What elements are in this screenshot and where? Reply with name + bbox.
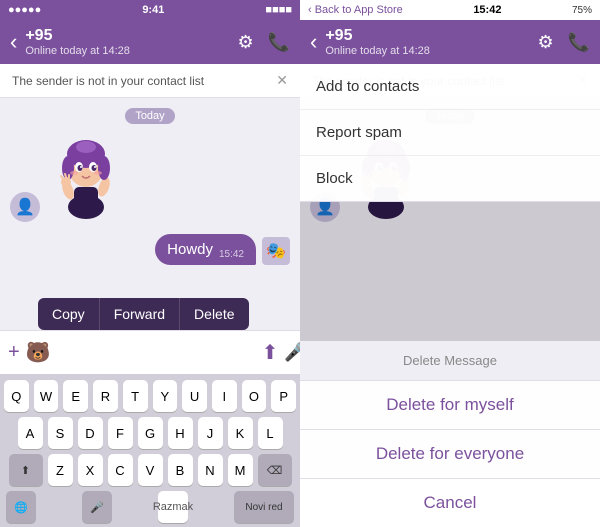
left-signal: ●●●●● [8,4,41,16]
key-u[interactable]: U [182,380,207,412]
left-status-bar: ●●●●● 9:41 ■■■■ [0,0,300,20]
key-t[interactable]: T [123,380,148,412]
left-mic-icon[interactable]: 🎤 [284,342,300,363]
right-contact-info: +95 Online today at 14:28 [325,27,529,57]
keyboard-bottom-row: 🌐 🎤 Razmak Novi red [4,491,296,523]
key-newline[interactable]: Novi red [234,491,294,523]
key-v[interactable]: V [138,454,163,486]
left-plus-icon[interactable]: + [8,341,20,364]
right-battery-info: 75% [572,5,592,16]
left-phone-icon[interactable]: 📞 [268,32,290,53]
key-mic[interactable]: 🎤 [82,491,112,523]
left-sticker-row: 👤 [10,132,290,222]
key-backspace[interactable]: ⌫ [258,454,292,486]
left-contact-info: +95 Online today at 14:28 [25,27,229,57]
left-battery: ■■■■ [265,4,292,16]
left-day-label: Today [125,108,174,124]
delete-for-everyone-button[interactable]: Delete for everyone [300,430,600,479]
avatar-icon: 👤 [15,197,35,217]
right-contact-name: +95 [325,27,529,45]
key-k[interactable]: K [228,417,253,449]
key-shift[interactable]: ⬆ [9,454,43,486]
left-contact-status: Online today at 14:28 [25,45,229,57]
key-z[interactable]: Z [48,454,73,486]
key-j[interactable]: J [198,417,223,449]
key-l[interactable]: L [258,417,283,449]
delete-for-myself-button[interactable]: Delete for myself [300,381,600,430]
key-r[interactable]: R [93,380,118,412]
key-c[interactable]: C [108,454,133,486]
right-panel: ‹ Back to App Store 15:42 75% ‹ +95 Onli… [300,0,600,527]
dropdown-add-contacts[interactable]: Add to contacts [300,64,600,110]
right-contact-status: Online today at 14:28 [325,45,529,57]
right-status-bar: ‹ Back to App Store 15:42 75% [300,0,600,20]
key-w[interactable]: W [34,380,59,412]
right-nav-bar: ‹ +95 Online today at 14:28 ⚙ 📞 [300,20,600,64]
key-y[interactable]: Y [153,380,178,412]
left-time: 9:41 [142,4,164,16]
key-n[interactable]: N [198,454,223,486]
left-warning-close[interactable]: ✕ [276,72,288,89]
left-send-icon[interactable]: ⬆ [262,340,279,365]
left-message-text: Howdy [167,241,213,258]
left-chat-area: Today 👤 [0,98,300,330]
key-q[interactable]: Q [4,380,29,412]
key-o[interactable]: O [242,380,267,412]
context-delete[interactable]: Delete [180,298,248,330]
delete-cancel-button[interactable]: Cancel [300,479,600,527]
left-sticker [46,132,126,222]
keyboard-row1: Q W E R T Y U I O P [4,380,296,412]
key-h[interactable]: H [168,417,193,449]
left-message-row: Howdy 15:42 🎭 [10,234,290,265]
left-sticker-icon[interactable]: 🐻 [26,340,51,365]
right-time: 15:42 [473,4,501,16]
key-f[interactable]: F [108,417,133,449]
left-avatar: 👤 [10,192,40,222]
dropdown-report-spam[interactable]: Report spam [300,110,600,156]
keyboard-row2: A S D F G H J K L [4,417,296,449]
left-nav-icons: ⚙ 📞 [237,32,290,53]
left-back-button[interactable]: ‹ [10,31,17,53]
left-keyboard: Q W E R T Y U I O P A S D F G H J K L ⬆ … [0,374,300,527]
left-gear-icon[interactable]: ⚙ [237,32,253,53]
keyboard-row3: ⬆ Z X C V B N M ⌫ [4,454,296,486]
right-back-button[interactable]: ‹ [310,31,317,53]
key-globe[interactable]: 🌐 [6,491,36,523]
left-nav-bar: ‹ +95 Online today at 14:28 ⚙ 📞 [0,20,300,64]
left-warning-bar: The sender is not in your contact list ✕ [0,64,300,98]
left-message-time: 15:42 [219,249,244,260]
right-dropdown-menu: Add to contacts Report spam Block [300,64,600,202]
right-phone-icon[interactable]: 📞 [568,32,590,53]
left-warning-text: The sender is not in your contact list [12,74,204,88]
key-d[interactable]: D [78,417,103,449]
dropdown-block[interactable]: Block [300,156,600,201]
right-gear-icon[interactable]: ⚙ [537,32,553,53]
key-g[interactable]: G [138,417,163,449]
left-input-bar: + 🐻 ⬆ 🎤 [0,330,300,374]
left-panel: ●●●●● 9:41 ■■■■ ‹ +95 Online today at 14… [0,0,300,527]
key-s[interactable]: S [48,417,73,449]
context-copy[interactable]: Copy [38,298,100,330]
right-back-to-store[interactable]: ‹ Back to App Store [308,4,403,16]
right-nav-icons: ⚙ 📞 [537,32,590,53]
key-a[interactable]: A [18,417,43,449]
delete-dialog-title: Delete Message [300,341,600,381]
key-m[interactable]: M [228,454,253,486]
context-forward[interactable]: Forward [100,298,180,330]
left-message-input[interactable] [57,344,256,361]
right-delete-dialog: Delete Message Delete for myself Delete … [300,341,600,527]
key-i[interactable]: I [212,380,237,412]
key-b[interactable]: B [168,454,193,486]
key-p[interactable]: P [271,380,296,412]
left-context-menu: Copy Forward Delete [38,298,249,330]
left-message-bubble: Howdy 15:42 [155,234,256,265]
key-space[interactable]: Razmak [158,491,188,523]
left-sticker-thumb: 🎭 [262,237,290,265]
left-contact-name: +95 [25,27,229,45]
key-e[interactable]: E [63,380,88,412]
key-x[interactable]: X [78,454,103,486]
